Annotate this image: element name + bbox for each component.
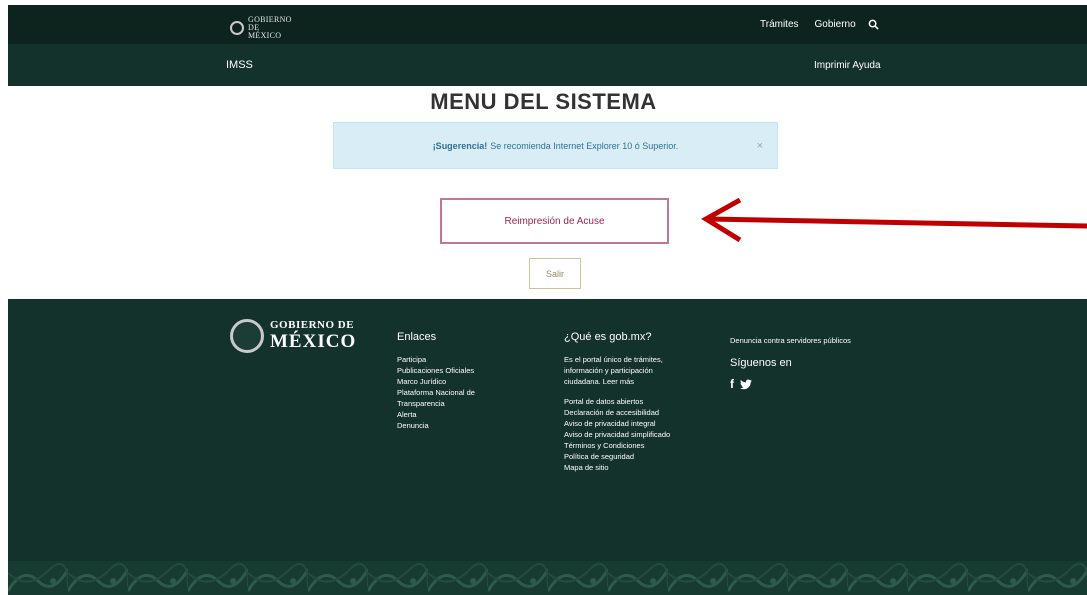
alert-text: Se recomienda Internet Explorer 10 ó Sup… [490, 140, 679, 151]
reprint-receipt-button[interactable]: Reimpresión de Acuse [440, 198, 669, 244]
about-title: ¿Qué es gob.mx? [564, 331, 652, 343]
footer-links-column: Enlaces Participa Publicaciones Oficiale… [397, 332, 527, 431]
footer-social-column: Denuncia contra servidores públicos Sígu… [730, 335, 900, 392]
suggestion-alert: ¡Sugerencia! Se recomienda Internet Expl… [333, 122, 778, 169]
footer-link[interactable]: Marco Jurídico [397, 376, 527, 387]
nav-tramites[interactable]: Trámites [760, 19, 799, 33]
footer-link[interactable]: Declaración de accesibilidad [564, 407, 714, 418]
close-icon[interactable]: × [757, 140, 763, 152]
footer-link[interactable]: Portal de datos abiertos [564, 396, 714, 407]
footer-link[interactable]: Aviso de privacidad integral [564, 418, 714, 429]
facebook-icon[interactable]: f [730, 378, 734, 392]
footer-link[interactable]: Denuncia [397, 420, 527, 431]
alert-label: ¡Sugerencia! [432, 140, 488, 151]
nav-gobierno[interactable]: Gobierno [815, 19, 856, 33]
footer-link[interactable]: Publicaciones Oficiales [397, 365, 527, 376]
footer-pattern [8, 561, 1087, 595]
top-nav: Trámites Gobierno [760, 19, 879, 33]
gobierno-logo[interactable]: GOBIERNO DE MÉXICO [230, 15, 292, 40]
footer-link[interactable]: Plataforma Nacional de Transparencia [397, 387, 487, 409]
sub-navbar: IMSS Imprimir Ayuda [8, 44, 1087, 86]
follow-title: Síguenos en [730, 357, 792, 369]
search-icon[interactable] [868, 19, 879, 33]
footer-about-column: ¿Qué es gob.mx? Es el portal único de tr… [564, 332, 714, 473]
logo-text: GOBIERNO DE MÉXICO [248, 15, 292, 40]
footer-link[interactable]: Participa [397, 354, 527, 365]
footer-link[interactable]: Mapa de sitio [564, 462, 714, 473]
twitter-icon[interactable] [740, 379, 752, 392]
footer-link[interactable]: Términos y Condiciones [564, 440, 714, 451]
seal-icon [230, 319, 264, 353]
footer-link[interactable]: Alerta [397, 409, 527, 420]
imss-brand[interactable]: IMSS [226, 59, 253, 71]
social-links: f [730, 378, 900, 392]
footer-logo-line2: MÉXICO [270, 331, 357, 352]
footer-logo[interactable]: GOBIERNO DE MÉXICO [230, 319, 356, 353]
footer: GOBIERNO DE MÉXICO Enlaces Participa Pub… [8, 299, 1087, 595]
top-navbar: GOBIERNO DE MÉXICO Trámites Gobierno [8, 5, 1087, 44]
page-title: MENU DEL SISTEMA [430, 89, 657, 114]
footer-link[interactable]: Aviso de privacidad simplificado [564, 429, 714, 440]
print-help-link[interactable]: Imprimir Ayuda [814, 60, 881, 71]
report-link[interactable]: Denuncia contra servidores públicos [730, 335, 900, 346]
about-text: Es el portal único de trámites, informac… [564, 355, 663, 386]
seal-icon [230, 21, 244, 35]
footer-link[interactable]: Política de seguridad [564, 451, 714, 462]
exit-button[interactable]: Salir [529, 258, 581, 289]
footer-logo-line1: GOBIERNO DE [270, 319, 355, 331]
links-title: Enlaces [397, 331, 437, 343]
red-arrow-annotation [701, 198, 1087, 243]
